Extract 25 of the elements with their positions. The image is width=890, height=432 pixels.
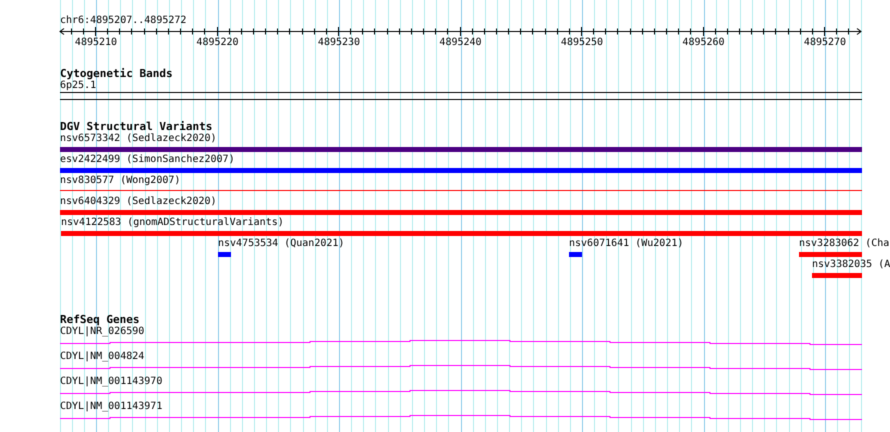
band-label: 6p25.1 xyxy=(60,80,96,92)
tick-label: 4895220 xyxy=(196,37,239,49)
tick-label: 4895260 xyxy=(682,37,725,49)
variant-label: nsv6573342 (Sedlazeck2020) xyxy=(60,133,217,145)
variant-label: nsv4122583 (gnomADStructuralVariants) xyxy=(61,217,284,229)
track-title: DGV Structural Variants xyxy=(60,121,212,133)
tick-label: 4895230 xyxy=(318,37,360,49)
track-title: RefSeq Genes xyxy=(60,314,140,326)
variant-label: esv2422499 (SimonSanchez2007) xyxy=(60,154,235,166)
gene-label: CDYL|NM_001143971 xyxy=(60,401,162,413)
variant-label: nsv6071641 (Wu2021) xyxy=(569,238,684,250)
gene-label: CDYL|NR_026590 xyxy=(60,326,144,338)
location-label: chr6:4895207..4895272 xyxy=(60,15,188,27)
track-title: Cytogenetic Bands xyxy=(60,68,173,80)
variant-label: nsv6404329 (Sedlazeck2020) xyxy=(60,196,217,208)
tick-label: 4895270 xyxy=(804,37,846,49)
tick-label: 4895210 xyxy=(74,37,118,49)
tick-label: 4895240 xyxy=(439,37,482,49)
variant-label: nsv3382035 (A xyxy=(812,259,890,271)
variant-label: nsv4753534 (Quan2021) xyxy=(218,238,344,250)
gene-label: CDYL|NM_004824 xyxy=(60,351,144,363)
variant-label: nsv830577 (Wong2007) xyxy=(60,175,180,187)
gene-label: CDYL|NM_001143970 xyxy=(60,376,162,388)
variant-label: nsv3283062 (Cha xyxy=(799,238,890,250)
tick-label: 4895250 xyxy=(560,37,604,49)
